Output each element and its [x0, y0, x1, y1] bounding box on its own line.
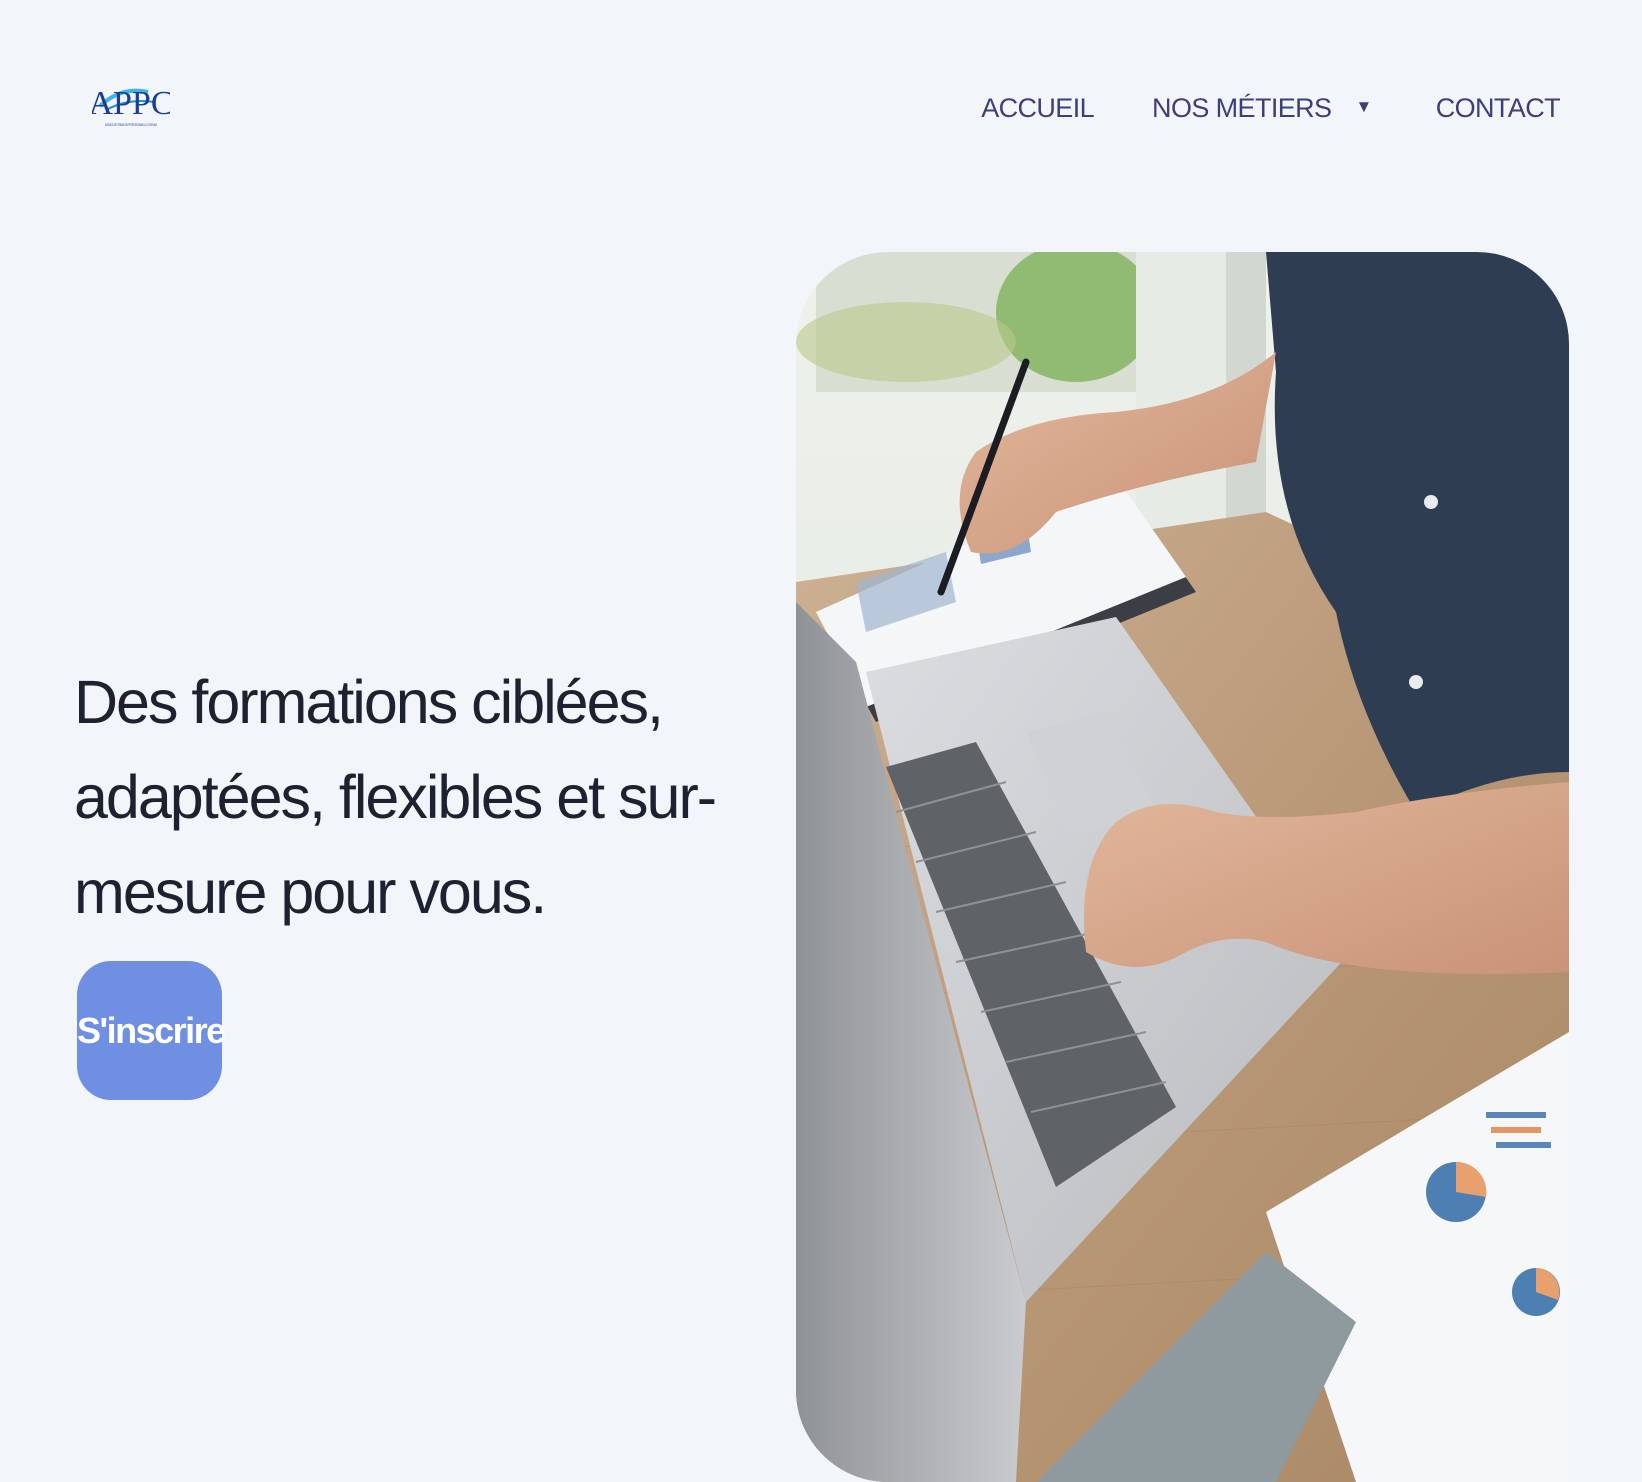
brand-logo[interactable]: APPC AGENCE DE FORMATION PROFESSIONNELLE… [92, 76, 170, 140]
signup-button[interactable]: S'inscrire [77, 961, 226, 1100]
nav-item-contact[interactable]: CONTACT [1435, 92, 1561, 124]
nav-item-label: CONTACT [1435, 92, 1561, 123]
main-nav: ACCUEIL NOS MÉTIERS ▼ CONTACT [981, 88, 1560, 128]
nav-item-label: NOS MÉTIERS [1152, 92, 1332, 123]
nav-item-nos-metiers[interactable]: NOS MÉTIERS ▼ [1152, 93, 1372, 124]
logo-subtext: AGENCE DE FORMATION PROFESSIONNELLE CONT… [105, 123, 157, 127]
appc-logo-icon: APPC AGENCE DE FORMATION PROFESSIONNELLE… [92, 85, 170, 127]
laptop-desk-photo [796, 252, 1569, 1482]
hero-image [796, 252, 1569, 1482]
nav-item-accueil[interactable]: ACCUEIL [981, 93, 1094, 124]
hero-headline: Des formations ciblées, adaptées, flexib… [74, 668, 717, 926]
logo-text: APPC [92, 85, 170, 122]
landing-page: APPC AGENCE DE FORMATION PROFESSIONNELLE… [0, 0, 1642, 1482]
caret-down-icon: ▼ [1355, 97, 1372, 116]
nav-item-label: ACCUEIL [981, 92, 1095, 123]
